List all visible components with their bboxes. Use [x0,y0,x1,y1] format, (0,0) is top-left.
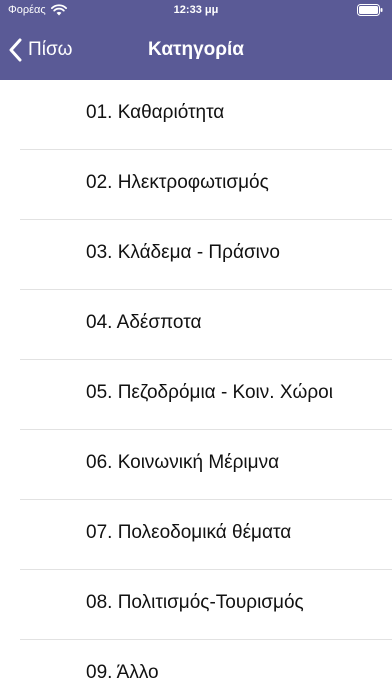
category-item-06[interactable]: 06. Κοινωνική Μέριμνα [20,430,392,500]
category-label: 06. Κοινωνική Μέριμνα [86,452,280,473]
category-label: 07. Πολεοδομικά θέματα [86,522,292,543]
status-bar: Φορέας 12:33 μμ [0,0,392,20]
category-item-05[interactable]: 05. Πεζοδρόμια - Κοιν. Χώροι [20,360,392,430]
category-item-01[interactable]: 01. Καθαριότητα [20,80,392,150]
header: Φορέας 12:33 μμ Πίσω Κατηγορία [0,0,392,80]
category-item-07[interactable]: 07. Πολεοδομικά θέματα [20,500,392,570]
category-item-04[interactable]: 04. Αδέσποτα [20,290,392,360]
category-label: 01. Καθαριότητα [86,102,225,123]
category-item-02[interactable]: 02. Ηλεκτροφωτισμός [20,150,392,220]
category-item-08[interactable]: 08. Πολιτισμός-Τουρισμός [20,570,392,640]
category-label: 04. Αδέσποτα [86,312,202,333]
navigation-bar: Πίσω Κατηγορία [0,20,392,80]
category-label: 02. Ηλεκτροφωτισμός [86,172,269,193]
category-list: 01. Καθαριότητα 02. Ηλεκτροφωτισμός 03. … [0,80,392,696]
category-label: 08. Πολιτισμός-Τουρισμός [86,592,304,613]
category-item-03[interactable]: 03. Κλάδεμα - Πράσινο [20,220,392,290]
battery-icon [357,4,383,16]
category-label: 09. Άλλο [86,662,159,683]
status-time: 12:33 μμ [173,4,219,16]
page-title: Κατηγορία [148,39,244,60]
category-item-09[interactable]: 09. Άλλο [20,640,392,696]
category-label: 03. Κλάδεμα - Πράσινο [86,242,280,263]
category-label: 05. Πεζοδρόμια - Κοιν. Χώροι [86,382,333,403]
screen: Φορέας 12:33 μμ Πίσω Κατηγορία 01. Καθαρ… [0,0,392,696]
